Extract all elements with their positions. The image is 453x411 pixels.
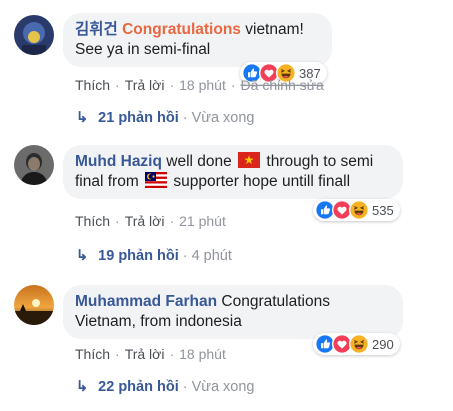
replies-count[interactable]: 21 phản hồi (98, 110, 179, 126)
haha-icon (349, 334, 369, 354)
comment-text: vietnam! (240, 21, 304, 38)
comment-bubble: Muhammad Farhan Congratulations Vietnam,… (63, 285, 403, 339)
comment-text: final from (75, 173, 144, 190)
avatar[interactable] (14, 285, 54, 325)
malaysia-flag-icon (145, 172, 168, 188)
reply-link[interactable]: Trả lời (125, 77, 165, 93)
replies-link[interactable]: ↳ 22 phản hồi · Vừa xong (76, 379, 255, 395)
reactions-count: 290 (372, 336, 394, 352)
comment-author[interactable]: Muhammad Farhan (75, 293, 217, 310)
comment-1: 김휘건 Congratulations vietnam! See ya in s… (0, 0, 453, 135)
like-link[interactable]: Thích (75, 346, 110, 362)
comment-bubble: 김휘건 Congratulations vietnam! See ya in s… (63, 13, 332, 67)
reply-link[interactable]: Trả lời (125, 346, 165, 362)
haha-icon (349, 200, 369, 220)
comment-author[interactable]: 김휘건 (75, 21, 118, 38)
like-link[interactable]: Thích (75, 213, 110, 229)
comment-bubble: Muhd Haziq well done through to semi fin… (63, 145, 403, 199)
replies-link[interactable]: ↳ 19 phản hồi · 4 phút (76, 248, 232, 264)
replies-count[interactable]: 22 phản hồi (98, 379, 179, 395)
comment-text: Congratulations (217, 293, 330, 310)
comment-text: supporter hope untill finall (169, 173, 351, 190)
comment-2: Muhd Haziq well done through to semi fin… (0, 135, 453, 270)
comment-text: Vietnam, from indonesia (75, 313, 242, 330)
replies-time: Vừa xong (191, 110, 255, 126)
edited-label[interactable]: Đã chỉnh sửa (241, 77, 324, 93)
comment-time[interactable]: 18 phút (179, 77, 226, 93)
replies-count[interactable]: 19 phản hồi (98, 248, 179, 264)
comment-time[interactable]: 21 phút (179, 213, 226, 229)
comment-highlight: Congratulations (122, 21, 241, 38)
comment-time[interactable]: 18 phút (179, 346, 226, 362)
replies-time: 4 phút (191, 248, 232, 264)
comment-3: Muhammad Farhan Congratulations Vietnam,… (0, 275, 453, 410)
vietnam-flag-icon (238, 152, 261, 168)
comment-text: See ya in semi-final (75, 41, 211, 58)
reply-arrow-icon: ↳ (76, 110, 89, 126)
avatar[interactable] (14, 15, 54, 55)
comment-author[interactable]: Muhd Haziq (75, 153, 162, 170)
like-link[interactable]: Thích (75, 77, 110, 93)
replies-link[interactable]: ↳ 21 phản hồi · Vừa xong (76, 110, 255, 126)
reply-arrow-icon: ↳ (76, 248, 89, 264)
comment-text: through to semi (262, 153, 374, 170)
comment-text: well done (161, 153, 237, 170)
comment-actions: Thích · Trả lời · 18 phút · Đã chỉnh sửa (75, 77, 324, 93)
avatar[interactable] (14, 145, 54, 185)
reply-link[interactable]: Trả lời (125, 213, 165, 229)
replies-time: Vừa xong (191, 379, 255, 395)
reactions-summary[interactable]: 535 (313, 199, 400, 221)
reactions-count: 535 (372, 202, 394, 218)
reactions-summary[interactable]: 290 (313, 333, 400, 355)
comment-actions: Thích · Trả lời · 21 phút (75, 213, 226, 229)
reply-arrow-icon: ↳ (76, 379, 89, 395)
comment-actions: Thích · Trả lời · 18 phút (75, 346, 226, 362)
